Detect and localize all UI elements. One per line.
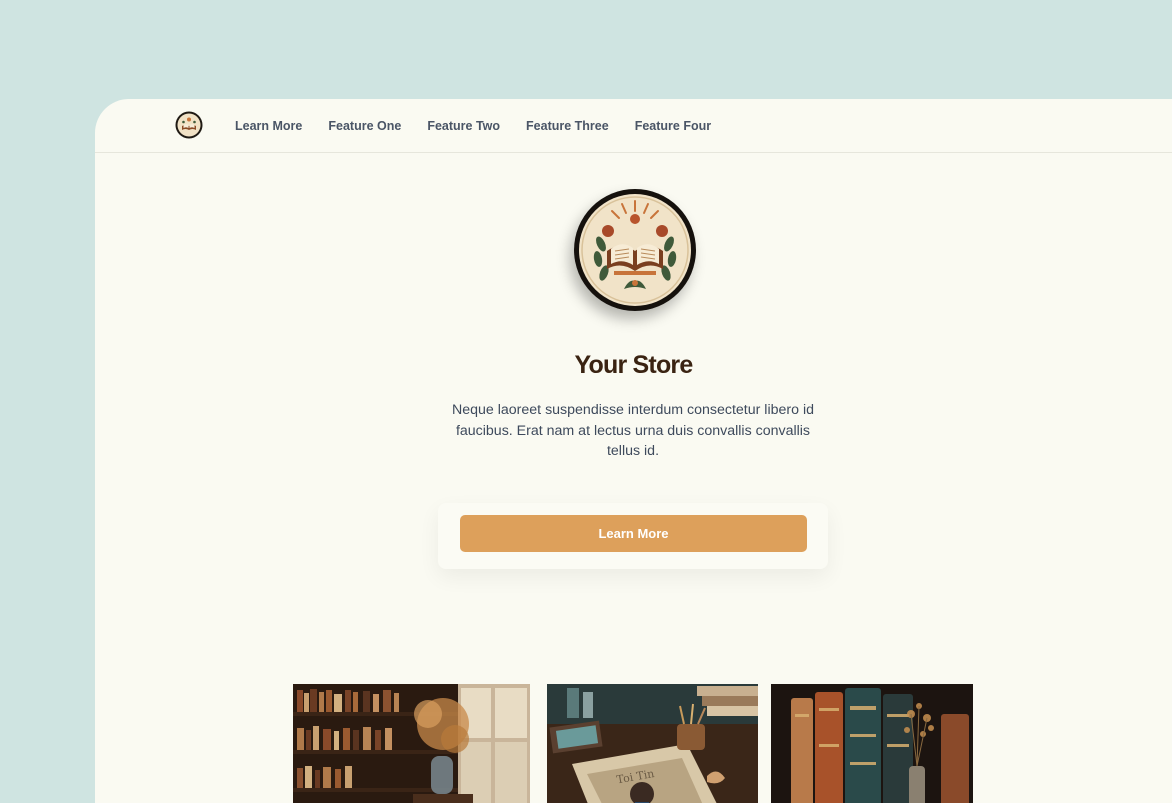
bookshelf-window-photo	[293, 684, 530, 803]
nav-logo[interactable]	[175, 111, 203, 139]
hero-description: Neque laoreet suspendisse interdum conse…	[452, 402, 814, 459]
desk-book-photo: Toi Tin	[547, 684, 758, 803]
book-emblem-icon	[175, 111, 203, 139]
learn-more-button[interactable]: Learn More	[460, 515, 807, 552]
nav-links: Learn More Feature One Feature Two Featu…	[235, 99, 711, 152]
browser-window: Learn More Feature One Feature Two Featu…	[95, 99, 1172, 803]
cta-card: Learn More	[438, 503, 828, 569]
old-books-photo	[771, 684, 973, 803]
top-nav: Learn More Feature One Feature Two Featu…	[95, 99, 1172, 153]
nav-link-feature-one[interactable]: Feature One	[328, 119, 401, 133]
nav-link-feature-three[interactable]: Feature Three	[526, 119, 609, 133]
nav-link-feature-four[interactable]: Feature Four	[635, 119, 711, 133]
book-emblem-icon	[574, 189, 696, 311]
nav-link-feature-two[interactable]: Feature Two	[427, 119, 500, 133]
nav-link-learn-more[interactable]: Learn More	[235, 119, 302, 133]
hero-logo	[574, 189, 696, 311]
hero-title: Your Store	[574, 351, 694, 379]
